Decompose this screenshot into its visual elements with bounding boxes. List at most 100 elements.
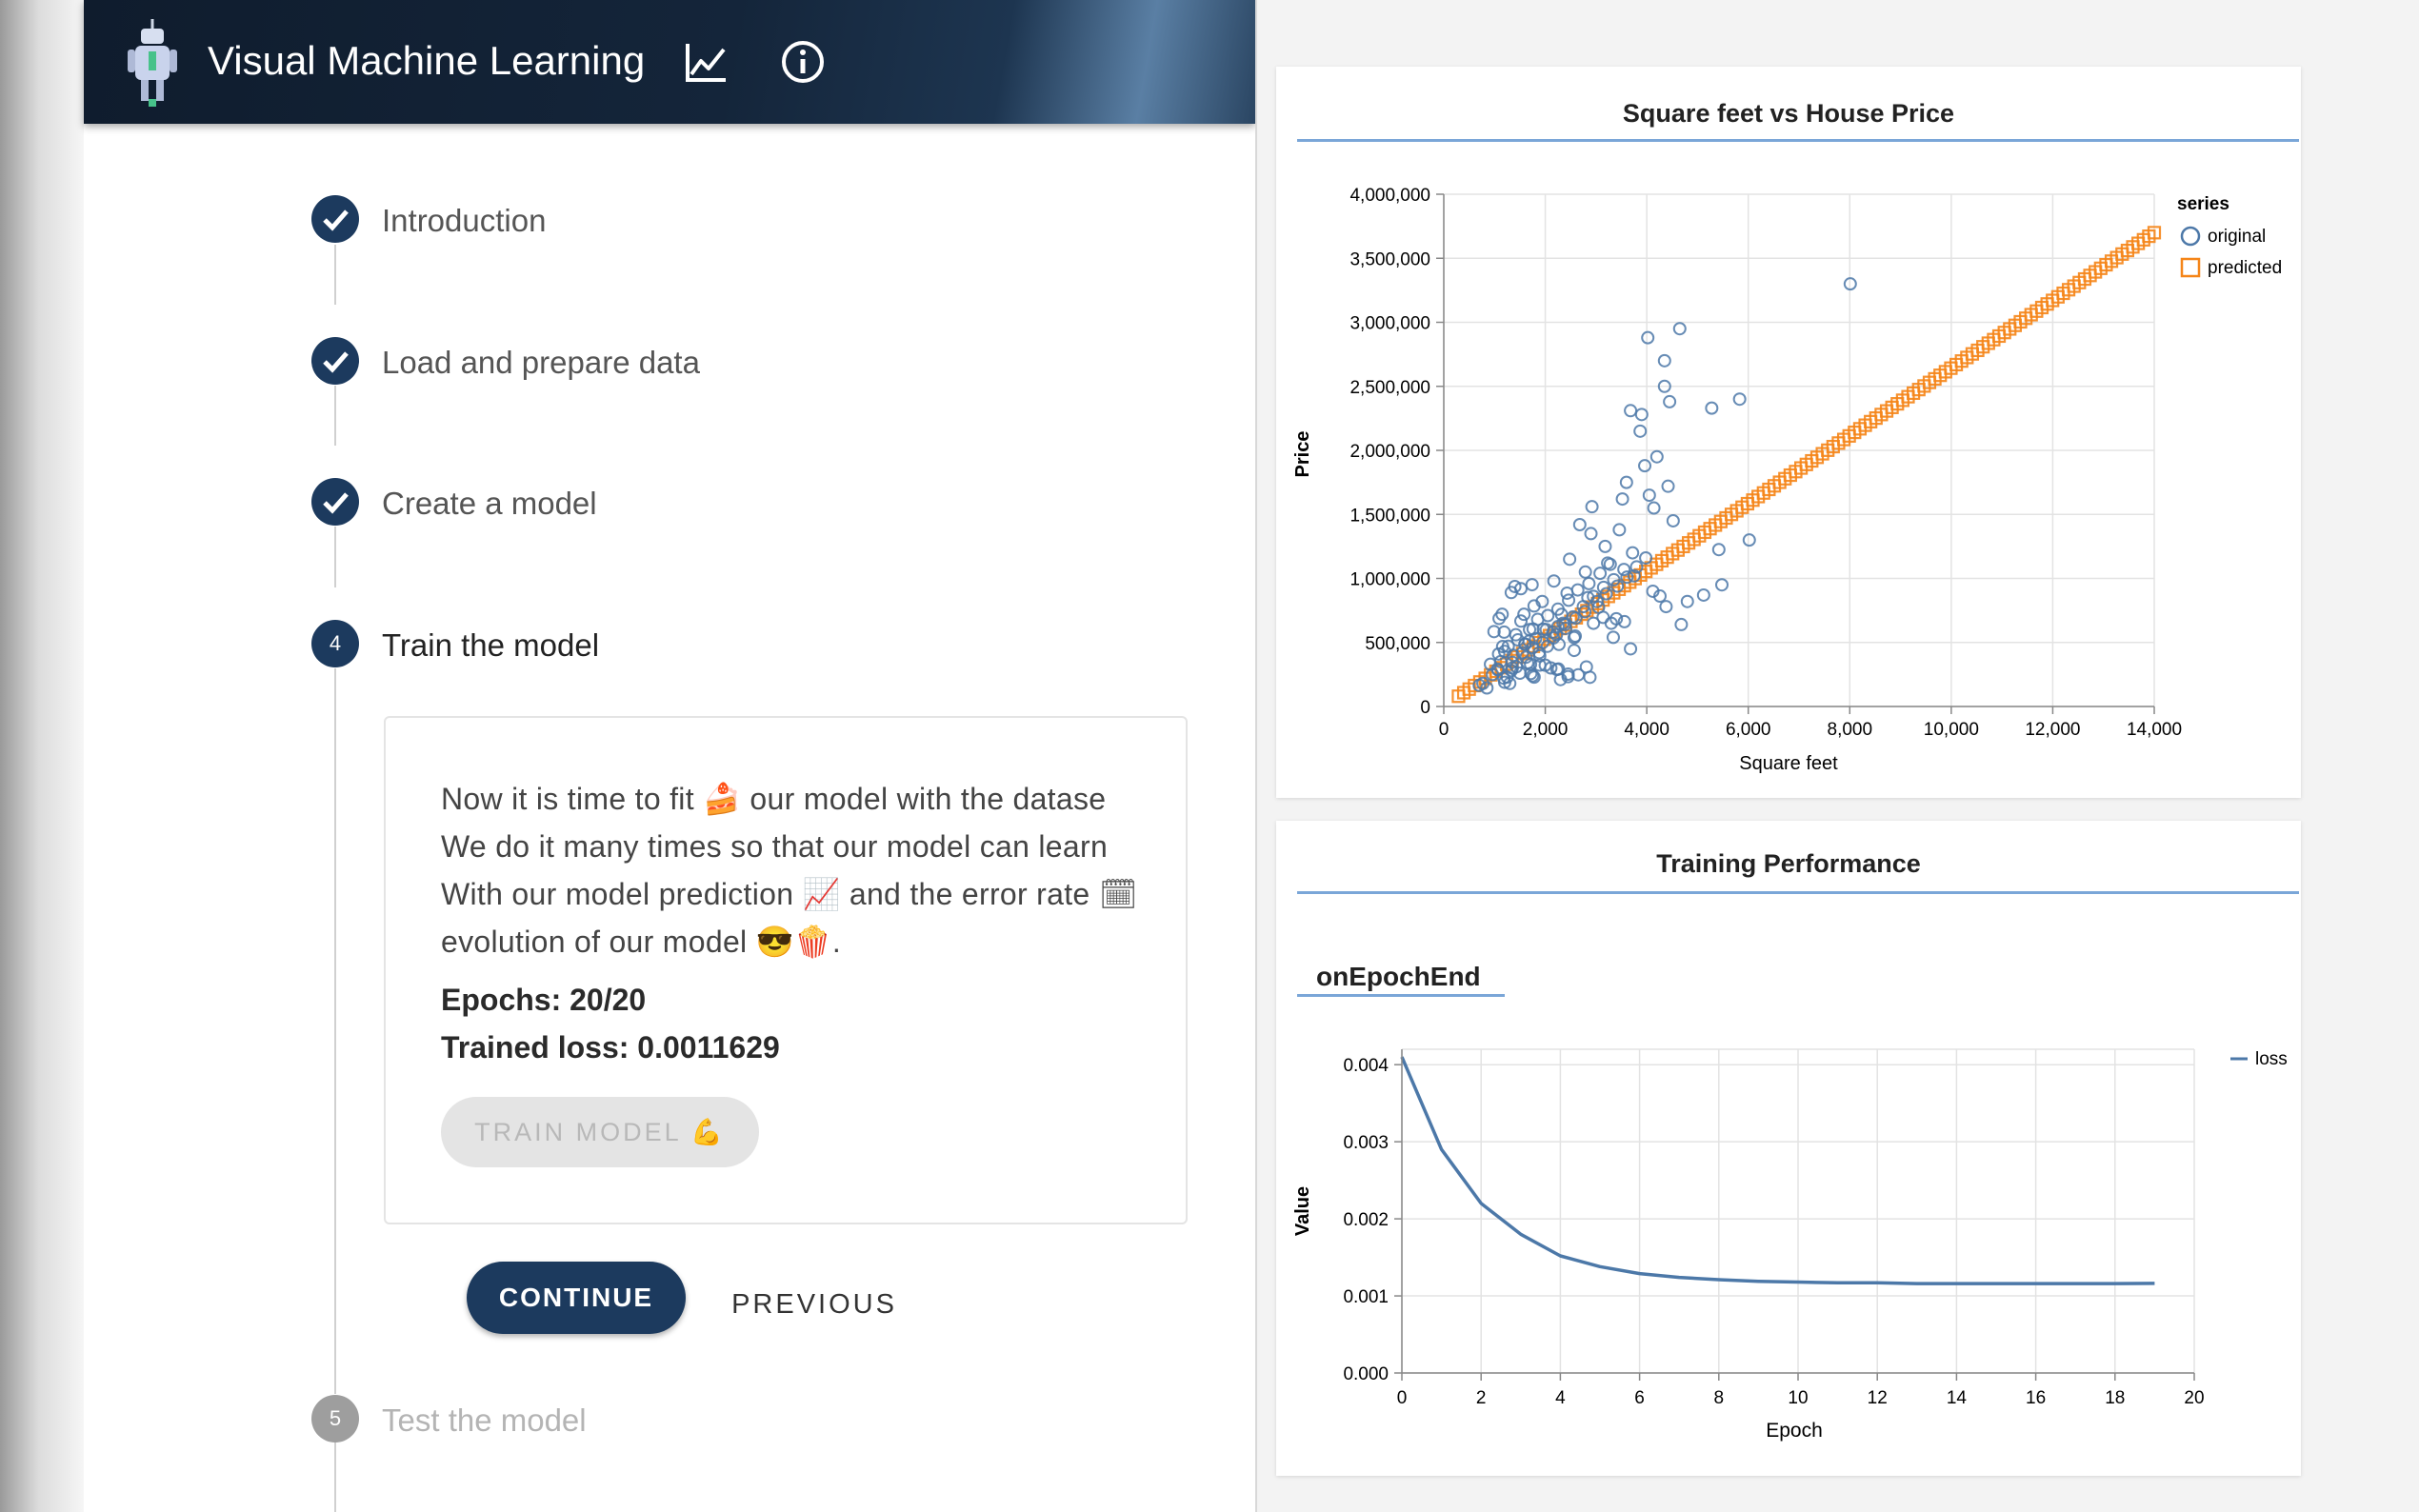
x-tick-label: 20 — [2184, 1388, 2204, 1408]
step-label: Introduction — [382, 203, 547, 238]
robot-logo-icon — [128, 19, 177, 107]
step-number: 5 — [311, 1395, 359, 1442]
description-line: We do it many times so that our model ca… — [441, 829, 1109, 864]
scatter-point-original — [1642, 488, 1656, 503]
app-title: Visual Machine Learning — [208, 38, 646, 83]
y-tick-label: 0.004 — [1343, 1056, 1389, 1076]
info-icon[interactable] — [779, 38, 827, 86]
step-label: Load and prepare data — [382, 345, 700, 380]
scatter-point-original — [1612, 523, 1627, 537]
x-tick-label: 4 — [1555, 1388, 1566, 1408]
scatter-point-original — [1641, 330, 1655, 345]
x-tick-label: 14 — [1947, 1388, 1968, 1408]
training-surface: Training Performance onEpochEnd 0 2 4 6 8 10 1… — [1276, 821, 2301, 1476]
scatter-point-original — [1638, 459, 1652, 473]
scatter-point-original — [1659, 600, 1673, 614]
scatter-point-original — [1633, 424, 1648, 438]
step-connector — [334, 668, 336, 1394]
scatter-point-original — [1593, 567, 1608, 581]
visor-panel: Square feet vs House Price 0 2,000 4,000 6,… — [1255, 0, 2419, 1512]
description-line: Now it is time to fit 🍰 our model with t… — [441, 782, 1107, 816]
y-tick-label: 0 — [1420, 698, 1430, 718]
x-tick-label: 12 — [1868, 1388, 1888, 1408]
x-tick-label: 16 — [2026, 1388, 2046, 1408]
x-tick-label: 6,000 — [1726, 720, 1771, 740]
scatter-point-original — [1624, 642, 1638, 656]
scatter-point-original — [1711, 543, 1726, 557]
scatter-point-original — [1598, 539, 1612, 553]
x-axis-title: Square feet — [1739, 753, 1838, 774]
loss-chart: 0 2 4 6 8 10 12 14 16 18 20 0.000 0.001 0.002 0.003 0.0… — [1292, 1048, 2288, 1442]
scatter-point-original — [1649, 449, 1664, 464]
scatter-point-original — [1705, 401, 1719, 415]
scatter-point-original — [1547, 574, 1561, 588]
scatter-point-original — [1674, 617, 1689, 631]
x-tick-label: 2 — [1476, 1388, 1487, 1408]
y-tick-label: 0.003 — [1343, 1133, 1389, 1153]
legend-label-predicted: predicted — [2208, 258, 2282, 278]
trained-loss-text: Trained loss: 0.0011629 — [441, 1030, 780, 1064]
scatter-point-original — [1567, 644, 1581, 658]
chart-line-icon[interactable] — [684, 40, 728, 84]
left-background-fade — [0, 0, 86, 1512]
train-description: Now it is time to fit 🍰 our model with t… — [441, 775, 1203, 965]
scatter-point-original — [1572, 518, 1587, 532]
x-tick-label: 14,000 — [2127, 720, 2182, 740]
y-tick-label: 0.000 — [1343, 1364, 1389, 1384]
step-label: Create a model — [382, 486, 597, 521]
scatter-point-original — [1626, 546, 1640, 560]
y-tick-label: 1,500,000 — [1349, 506, 1430, 526]
app-bar: Visual Machine Learning — [84, 0, 1255, 124]
legend-label-loss: loss — [2255, 1049, 2288, 1069]
scatter-point-original — [1585, 500, 1599, 514]
y-axis-title: Price — [1292, 431, 1313, 478]
scatter-point-original — [1715, 578, 1729, 592]
y-tick-label: 0.002 — [1343, 1210, 1389, 1230]
scatter-point-original — [1661, 479, 1675, 493]
step-connector — [334, 527, 336, 587]
step-connector — [334, 245, 336, 305]
x-tick-label: 10,000 — [1924, 720, 1979, 740]
legend-label-original: original — [2208, 227, 2266, 247]
continue-button[interactable]: CONTINUE — [467, 1262, 686, 1334]
scatter-point-original — [1562, 593, 1576, 607]
y-axis-title: Value — [1292, 1186, 1313, 1236]
scatter-point-original — [1657, 353, 1671, 368]
y-tick-label: 0.001 — [1343, 1287, 1389, 1307]
loss-line — [1400, 1056, 2155, 1285]
check-icon — [311, 195, 359, 243]
scatter-point-original — [1663, 394, 1677, 408]
x-axis-title: Epoch — [1766, 1420, 1823, 1442]
scatter-point-original — [1619, 475, 1633, 489]
step-connector — [334, 1441, 336, 1512]
scatter-point-original — [1563, 552, 1577, 567]
scatter-point-original — [1615, 492, 1629, 507]
x-tick-label: 6 — [1634, 1388, 1645, 1408]
train-card: Now it is time to fit 🍰 our model with t… — [384, 716, 1188, 1224]
step-label: Train the model — [382, 627, 600, 663]
scatter-point-original — [1606, 630, 1620, 645]
legend-symbol-original — [2180, 226, 2201, 247]
check-icon — [311, 337, 359, 385]
x-tick-label: 0 — [1439, 720, 1449, 740]
scatter-point-original — [1647, 501, 1661, 515]
scatter-surface: Square feet vs House Price 0 2,000 4,000 6,… — [1276, 67, 2301, 798]
legend-title: series — [2177, 194, 2229, 214]
scatter-point-original — [1583, 670, 1597, 685]
epochs-text: Epochs: 20/20 — [441, 983, 647, 1017]
step-number: 4 — [311, 620, 359, 667]
scatter-point-original — [1732, 392, 1747, 407]
x-tick-label: 18 — [2105, 1388, 2125, 1408]
y-tick-label: 3,500,000 — [1349, 249, 1430, 269]
scatter-point-original — [1517, 607, 1531, 622]
x-tick-label: 10 — [1788, 1388, 1808, 1408]
step-connector — [334, 386, 336, 446]
x-tick-label: 8,000 — [1828, 720, 1873, 740]
train-model-button[interactable]: TRAIN MODEL 💪 — [441, 1097, 759, 1167]
previous-button[interactable]: PREVIOUS — [724, 1271, 905, 1338]
scatter-point-original — [1570, 583, 1585, 597]
scatter-point-original — [1578, 565, 1592, 579]
scatter-point-original — [1584, 527, 1598, 541]
x-tick-label: 0 — [1397, 1388, 1408, 1408]
scatter-point-original — [1634, 408, 1649, 422]
